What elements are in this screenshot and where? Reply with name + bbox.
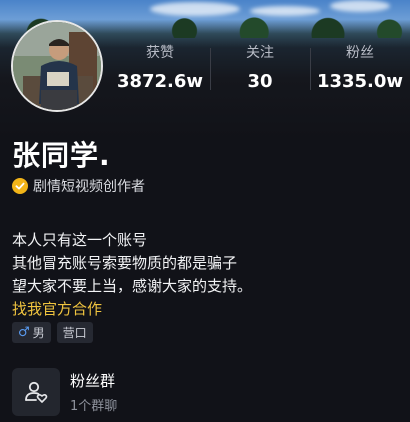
location-tag: 营口 bbox=[56, 322, 93, 343]
stat-likes[interactable]: 获赞 3872.6w bbox=[110, 44, 210, 94]
gender-tag: ♂ 男 bbox=[12, 322, 51, 343]
bio-line: 望大家不要上当，感谢大家的支持。 bbox=[12, 277, 253, 295]
people-heart-icon bbox=[25, 381, 48, 403]
location-label: 营口 bbox=[62, 326, 87, 340]
profile-bio: 本人只有这一个账号 其他冒充账号索要物质的都是骗子 望大家不要上当，感谢大家的支… bbox=[12, 229, 252, 321]
business-cooperation-link[interactable]: 找我官方合作 bbox=[12, 298, 252, 321]
profile-stats: 获赞 3872.6w 关注 30 粉丝 1335.0w bbox=[110, 44, 410, 94]
verified-check-icon bbox=[12, 178, 28, 194]
stat-likes-value: 3872.6w bbox=[116, 71, 204, 92]
verified-label: 剧情短视频创作者 bbox=[33, 179, 145, 195]
fan-group-entry[interactable]: 粉丝群 1个群聊 bbox=[12, 368, 117, 416]
fan-group-count: 1个群聊 bbox=[70, 399, 118, 414]
fan-group-icon-box bbox=[12, 368, 60, 416]
profile-name: 张同学. bbox=[12, 139, 111, 172]
stat-followers-value: 1335.0w bbox=[316, 71, 404, 92]
stat-following-label: 关注 bbox=[246, 45, 274, 61]
stat-following[interactable]: 关注 30 bbox=[210, 44, 310, 94]
fan-group-title: 粉丝群 bbox=[70, 372, 116, 390]
profile-tags: ♂ 男 营口 bbox=[12, 322, 93, 343]
stat-followers-label: 粉丝 bbox=[346, 45, 374, 61]
stat-followers[interactable]: 粉丝 1335.0w bbox=[310, 44, 410, 94]
bio-line: 其他冒充账号索要物质的都是骗子 bbox=[12, 254, 238, 272]
stat-following-value: 30 bbox=[247, 71, 273, 92]
stat-likes-label: 获赞 bbox=[146, 45, 174, 61]
male-icon: ♂ bbox=[18, 325, 30, 340]
gender-label: 男 bbox=[32, 326, 45, 340]
verified-badge[interactable]: 剧情短视频创作者 bbox=[12, 176, 145, 196]
bio-line: 本人只有这一个账号 bbox=[12, 231, 148, 249]
avatar[interactable] bbox=[11, 20, 103, 112]
